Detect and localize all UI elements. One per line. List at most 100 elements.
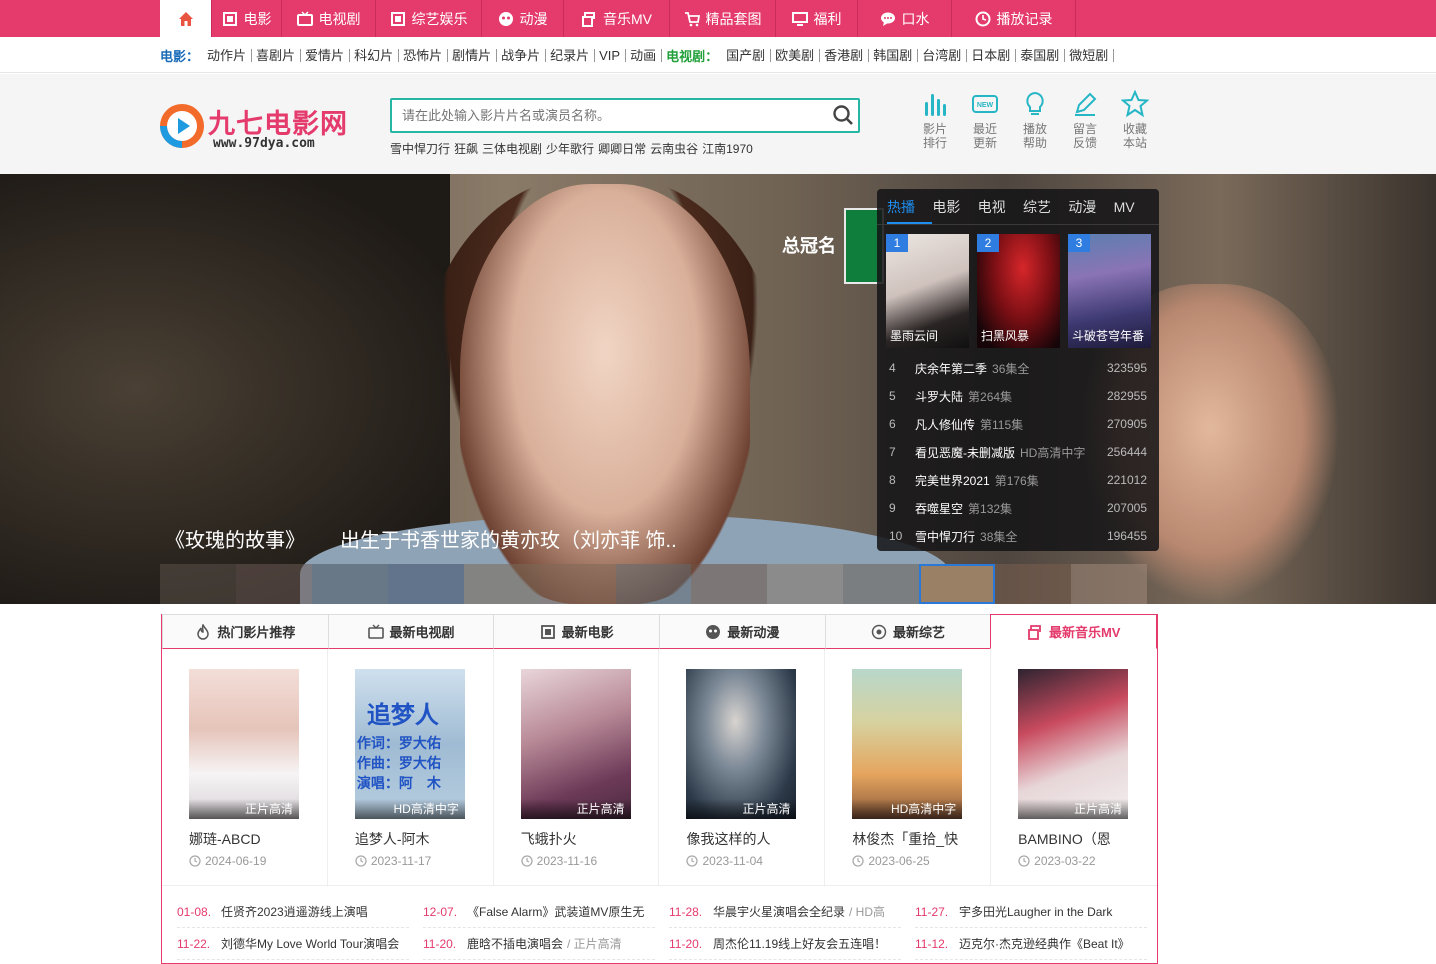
banner-thumb[interactable] bbox=[160, 564, 236, 604]
list-item[interactable]: 11-20. 鹿晗不插电演唱会 / 正片高清 bbox=[423, 928, 655, 960]
nav-movie[interactable]: 电影 bbox=[212, 0, 282, 37]
latest-update-button[interactable]: NEW 最近 更新 bbox=[960, 90, 1010, 150]
nav-history[interactable]: 播放记录 bbox=[952, 0, 1076, 37]
tab-latest-variety[interactable]: 最新综艺 bbox=[824, 614, 991, 649]
subnav-link[interactable]: 香港剧 bbox=[820, 48, 870, 62]
nav-welfare[interactable]: 福利 bbox=[776, 0, 858, 37]
nav-chat[interactable]: 口水 bbox=[858, 0, 952, 37]
mv-title[interactable]: 飞蛾扑火 bbox=[521, 829, 631, 849]
subnav-link[interactable]: 动画 bbox=[626, 48, 663, 62]
mv-cover[interactable]: 追梦人 作词：罗大佑 作曲：罗大佑 演唱：阿 木 HD高清中字 bbox=[354, 669, 465, 819]
hot-tab-variety[interactable]: 综艺 bbox=[1023, 189, 1068, 224]
banner-thumb[interactable] bbox=[843, 564, 920, 604]
subnav-link[interactable]: VIP bbox=[595, 48, 627, 62]
nav-gallery[interactable]: 精品套图 bbox=[670, 0, 776, 37]
banner-thumb[interactable] bbox=[539, 564, 616, 604]
hot-list-item[interactable]: 6 凡人修仙传 第115集 270905 bbox=[889, 410, 1147, 438]
tab-latest-movie[interactable]: 最新电影 bbox=[493, 614, 660, 649]
list-item[interactable]: 11-20. 周杰伦11.19线上好友会五连唱！ bbox=[669, 928, 901, 960]
list-item[interactable]: 11-12. 迈克尔·杰克逊经典作《Beat It》 bbox=[915, 928, 1147, 960]
tab-latest-music-mv[interactable]: 最新音乐MV bbox=[990, 614, 1158, 649]
mv-title[interactable]: 娜琏-ABCD bbox=[189, 829, 299, 849]
hero-banner[interactable]: 总冠名 《玫瑰的故事》 出生于书香世家的黄亦玫（刘亦菲 饰.. bbox=[0, 174, 1436, 604]
mv-cover[interactable]: 正片高清 bbox=[1018, 669, 1129, 819]
banner-thumb[interactable] bbox=[691, 564, 768, 604]
hot-poster[interactable]: 2 扫黑风暴 bbox=[977, 234, 1060, 348]
banner-thumb[interactable] bbox=[235, 564, 312, 604]
subnav-link[interactable]: 喜剧片 bbox=[252, 48, 302, 62]
feedback-button[interactable]: 留言 反馈 bbox=[1060, 90, 1110, 150]
banner-thumb-active[interactable] bbox=[919, 564, 996, 604]
hotword-link[interactable]: 卿卿日常 bbox=[598, 140, 646, 157]
hot-tab-movie[interactable]: 电影 bbox=[932, 189, 977, 224]
list-item[interactable]: 01-08. 任贤齐2023逍遥游线上演唱 bbox=[177, 896, 409, 928]
hot-list-item[interactable]: 7 看见恶魔-未删减版 HD高清中字 256444 bbox=[889, 438, 1147, 466]
subnav-link[interactable]: 韩国剧 bbox=[869, 48, 919, 62]
banner-thumb[interactable] bbox=[387, 564, 464, 604]
mv-cover[interactable]: 正片高清 bbox=[686, 669, 797, 819]
hotword-link[interactable]: 雪中悍刀行 bbox=[390, 140, 450, 157]
list-item[interactable]: 12-07. 《False Alarm》武装道MV原生无 bbox=[423, 896, 655, 928]
subnav-link[interactable]: 恐怖片 bbox=[399, 48, 449, 62]
list-item[interactable]: 11-27. 宇多田光Laugher in the Dark bbox=[915, 896, 1147, 928]
hot-list-item[interactable]: 9 吞噬星空 第132集 207005 bbox=[889, 494, 1147, 522]
banner-thumb[interactable] bbox=[615, 564, 692, 604]
hot-tab-tv[interactable]: 电视 bbox=[978, 189, 1023, 224]
hot-list-item[interactable]: 5 斗罗大陆 第264集 282955 bbox=[889, 382, 1147, 410]
hot-poster[interactable]: 1 墨雨云间 bbox=[886, 234, 969, 348]
mv-title[interactable]: 林俊杰「重拾_快 bbox=[852, 829, 962, 849]
mv-title[interactable]: 像我这样的人 bbox=[686, 829, 796, 849]
hotword-link[interactable]: 云南虫谷 bbox=[650, 140, 698, 157]
banner-thumb[interactable] bbox=[767, 564, 844, 604]
mv-card[interactable]: 正片高清 BAMBINO（恩 2023-03-22 bbox=[991, 649, 1157, 885]
hot-tab-mv[interactable]: MV bbox=[1114, 189, 1159, 224]
mv-card[interactable]: 正片高清 像我这样的人 2023-11-04 bbox=[659, 649, 826, 885]
subnav-link[interactable]: 台湾剧 bbox=[918, 48, 968, 62]
search-icon[interactable] bbox=[832, 104, 854, 126]
mv-card[interactable]: HD高清中字 林俊杰「重拾_快 2023-06-25 bbox=[825, 649, 992, 885]
banner-thumb[interactable] bbox=[463, 564, 540, 604]
mv-card[interactable]: 正片高清 飞蛾扑火 2023-11-16 bbox=[494, 649, 660, 885]
subnav-link[interactable]: 泰国剧 bbox=[1016, 48, 1066, 62]
hot-list-item[interactable]: 4 庆余年第二季 36集全 323595 bbox=[889, 354, 1147, 382]
banner-title[interactable]: 《玫瑰的故事》 bbox=[165, 524, 305, 553]
mv-cover[interactable]: HD高清中字 bbox=[852, 669, 963, 819]
subnav-link[interactable]: 动作片 bbox=[203, 48, 253, 62]
mv-card[interactable]: 追梦人 作词：罗大佑 作曲：罗大佑 演唱：阿 木 HD高清中字 追梦人-阿木 2… bbox=[328, 649, 494, 885]
hot-list-item[interactable]: 10 雪中悍刀行 38集全 196455 bbox=[889, 522, 1147, 550]
subnav-link[interactable]: 微短剧 bbox=[1065, 48, 1115, 62]
subnav-link[interactable]: 国产剧 bbox=[722, 48, 772, 62]
subnav-link[interactable]: 剧情片 bbox=[448, 48, 498, 62]
ranking-button[interactable]: 影片 排行 bbox=[910, 90, 960, 150]
hot-list-item[interactable]: 8 完美世界2021 第176集 221012 bbox=[889, 466, 1147, 494]
banner-thumb[interactable] bbox=[311, 564, 388, 604]
site-logo[interactable]: 九七电影网 www.97dya.com bbox=[158, 100, 368, 156]
nav-anime[interactable]: 动漫 bbox=[482, 0, 564, 37]
banner-thumb[interactable] bbox=[1071, 564, 1147, 604]
bookmark-site-button[interactable]: 收藏 本站 bbox=[1110, 90, 1160, 150]
subnav-link[interactable]: 日本剧 bbox=[967, 48, 1017, 62]
mv-title[interactable]: BAMBINO（恩 bbox=[1018, 829, 1128, 849]
subnav-link[interactable]: 纪录片 bbox=[546, 48, 596, 62]
hotword-link[interactable]: 狂飙 bbox=[454, 140, 478, 157]
nav-music-mv[interactable]: 音乐MV bbox=[564, 0, 670, 37]
list-item[interactable]: 11-28. 华晨宇火星演唱会全纪录 / HD高 bbox=[669, 896, 901, 928]
tab-latest-tv[interactable]: 最新电视剧 bbox=[327, 614, 494, 649]
subnav-link[interactable]: 科幻片 bbox=[350, 48, 400, 62]
subnav-link[interactable]: 欧美剧 bbox=[771, 48, 821, 62]
tab-hot-recommend[interactable]: 热门影片推荐 bbox=[162, 614, 328, 649]
home-button[interactable] bbox=[160, 0, 212, 37]
hotword-link[interactable]: 三体电视剧 bbox=[482, 140, 542, 157]
subnav-link[interactable]: 战争片 bbox=[497, 48, 547, 62]
hotword-link[interactable]: 少年歌行 bbox=[546, 140, 594, 157]
help-button[interactable]: 播放 帮助 bbox=[1010, 90, 1060, 150]
nav-variety[interactable]: 综艺娱乐 bbox=[376, 0, 482, 37]
hot-tab-hot[interactable]: 热播 bbox=[887, 189, 933, 224]
hot-tab-anime[interactable]: 动漫 bbox=[1068, 189, 1113, 224]
mv-cover[interactable]: 正片高清 bbox=[189, 669, 299, 819]
hotword-link[interactable]: 江南1970 bbox=[702, 140, 753, 157]
banner-thumb[interactable] bbox=[995, 564, 1072, 604]
mv-title[interactable]: 追梦人-阿木 bbox=[355, 829, 465, 849]
nav-tv[interactable]: 电视剧 bbox=[282, 0, 376, 37]
tab-latest-anime[interactable]: 最新动漫 bbox=[659, 614, 825, 649]
